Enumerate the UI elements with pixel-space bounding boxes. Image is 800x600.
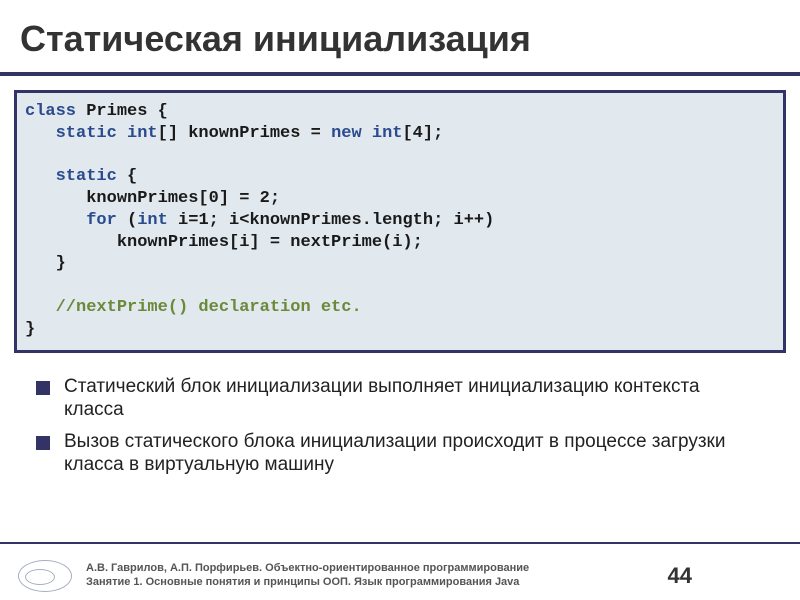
code-text: int <box>137 211 168 230</box>
code-text: ( <box>117 211 137 230</box>
logo-icon <box>18 560 72 592</box>
slide-title: Статическая инициализация <box>0 0 800 72</box>
code-text: class <box>25 102 76 121</box>
code-text: } <box>25 254 66 273</box>
bullet-text: Вызов статического блока инициализации п… <box>64 430 764 476</box>
footer-text: А.В. Гаврилов, А.П. Порфирьев. Объектно-… <box>86 562 648 590</box>
code-text: knownPrimes[i] = nextPrime(i); <box>25 233 423 252</box>
code-text: Primes { <box>76 102 168 121</box>
code-text: [] knownPrimes = <box>158 124 331 143</box>
code-text: knownPrimes[0] = 2; <box>25 189 280 208</box>
code-text: static <box>25 167 117 186</box>
list-item: Статический блок инициализации выполняет… <box>36 375 764 421</box>
footer: А.В. Гаврилов, А.П. Порфирьев. Объектно-… <box>0 560 800 592</box>
bullet-list: Статический блок инициализации выполняет… <box>36 375 764 476</box>
code-text: } <box>25 320 35 339</box>
bullet-icon <box>36 436 50 450</box>
bullet-icon <box>36 381 50 395</box>
bullet-text: Статический блок инициализации выполняет… <box>64 375 764 421</box>
code-block: class Primes { static int[] knownPrimes … <box>14 90 786 353</box>
code-text: i=1; i<knownPrimes.length; i++) <box>168 211 494 230</box>
footer-divider <box>0 542 800 544</box>
code-comment: //nextPrime() declaration etc. <box>25 298 362 317</box>
code-text: for <box>25 211 117 230</box>
footer-line: Занятие 1. Основные понятия и принципы О… <box>86 576 648 590</box>
code-text: new int <box>331 124 402 143</box>
code-text: [4]; <box>402 124 443 143</box>
list-item: Вызов статического блока инициализации п… <box>36 430 764 476</box>
page-number: 44 <box>668 563 692 589</box>
footer-line: А.В. Гаврилов, А.П. Порфирьев. Объектно-… <box>86 562 648 576</box>
code-text: static int <box>25 124 158 143</box>
code-text: { <box>117 167 137 186</box>
title-divider <box>0 72 800 76</box>
